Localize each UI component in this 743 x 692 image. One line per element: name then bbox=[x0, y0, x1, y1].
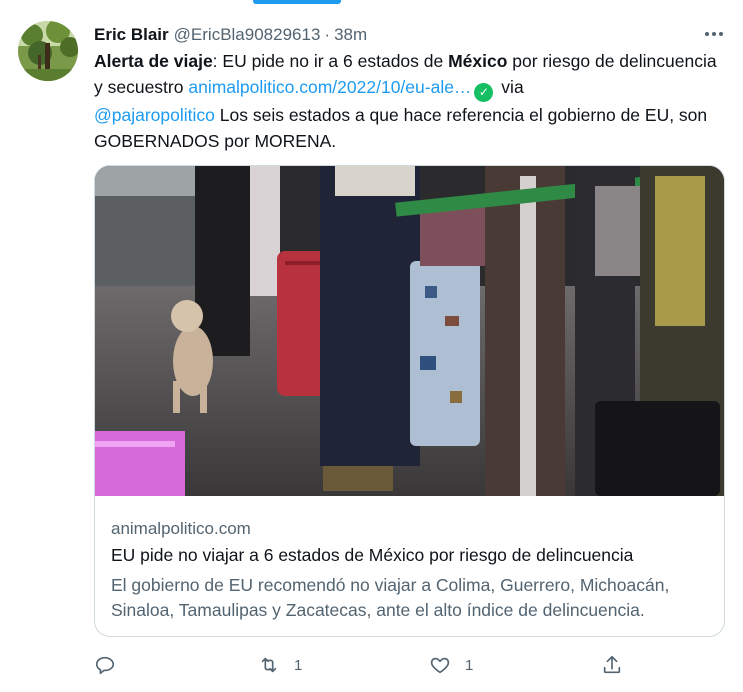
card-domain: animalpolitico.com bbox=[111, 519, 251, 538]
text-segment: : EU pide no ir a 6 estados de bbox=[212, 51, 449, 71]
verified-check-icon: ✓ bbox=[474, 83, 494, 102]
card-description: El gobierno de EU recomendó no viajar a … bbox=[111, 575, 670, 620]
tweet-header: Eric Blair @EricBla90829613 · 38m bbox=[94, 24, 367, 46]
card-title: EU pide no viajar a 6 estados de México … bbox=[111, 545, 634, 565]
author-handle[interactable]: @EricBla90829613 bbox=[174, 25, 321, 45]
text-bold-lead: Alerta de viaje bbox=[94, 51, 213, 71]
reply-button[interactable] bbox=[94, 652, 130, 678]
mention-link[interactable]: @pajaropolitico bbox=[94, 105, 215, 125]
tweet-text: Alerta de viaje: EU pide no ir a 6 estad… bbox=[94, 48, 724, 154]
separator-dot: · bbox=[324, 25, 331, 44]
retweet-icon bbox=[261, 657, 277, 673]
author-name[interactable]: Eric Blair bbox=[94, 25, 169, 45]
more-options-icon[interactable] bbox=[700, 24, 728, 44]
reply-icon bbox=[95, 656, 115, 675]
like-count: 1 bbox=[465, 656, 474, 674]
share-icon bbox=[603, 655, 621, 674]
card-image[interactable] bbox=[95, 166, 724, 496]
text-segment: via bbox=[496, 77, 524, 97]
retweet-button[interactable]: 1 bbox=[258, 652, 302, 678]
like-button[interactable]: 1 bbox=[429, 652, 473, 678]
text-bold-country: México bbox=[448, 51, 508, 71]
tweet[interactable]: Eric Blair @EricBla90829613 · 38m Alerta… bbox=[0, 0, 743, 692]
tweet-timestamp[interactable]: 38m bbox=[334, 25, 367, 45]
tweet-actions: 1 1 bbox=[94, 652, 634, 678]
article-link[interactable]: animalpolitico.com/2022/10/eu-ale… bbox=[188, 77, 471, 97]
heart-icon bbox=[430, 657, 450, 674]
avatar[interactable] bbox=[18, 21, 78, 81]
share-button[interactable] bbox=[601, 652, 637, 678]
link-preview-card[interactable]: animalpolitico.com EU pide no viajar a 6… bbox=[94, 165, 725, 637]
retweet-count: 1 bbox=[294, 656, 303, 674]
